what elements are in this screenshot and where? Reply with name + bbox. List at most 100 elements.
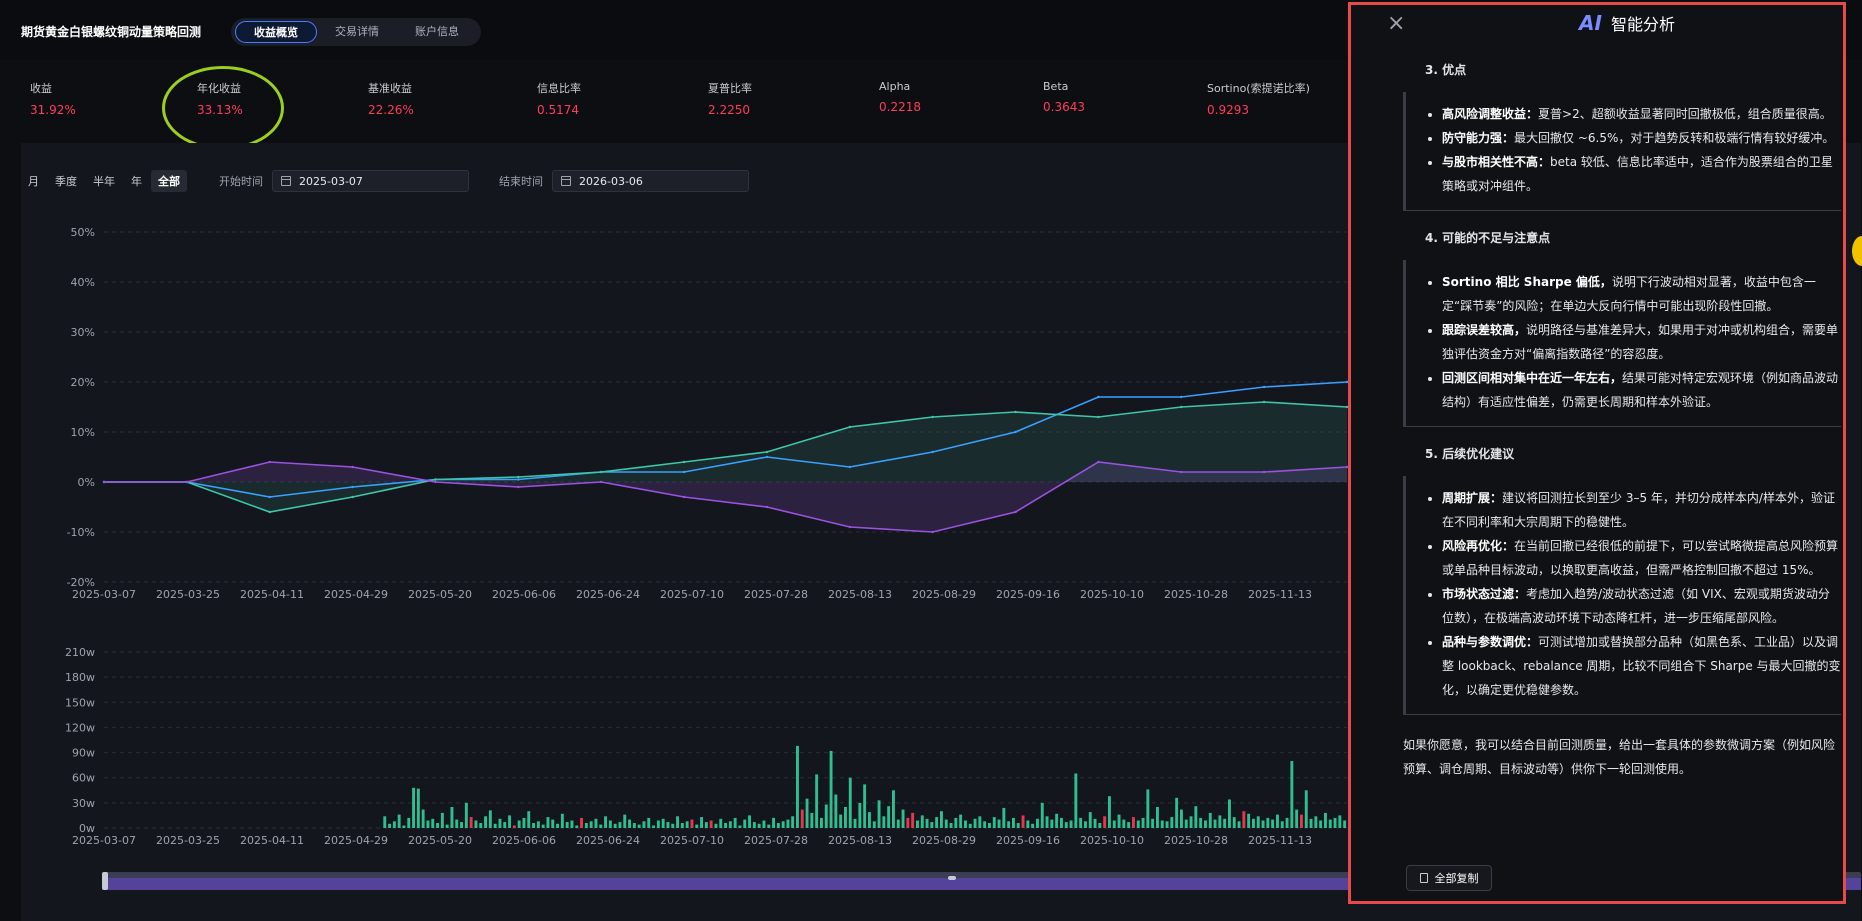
benchmark-line-point bbox=[600, 470, 603, 474]
volume-bar bbox=[786, 819, 790, 828]
volume-bar bbox=[896, 819, 900, 828]
volume-bar bbox=[1031, 823, 1035, 828]
volume-bar bbox=[608, 820, 612, 828]
list-item: 跟踪误差较高，说明路径与基准差异大，如果用于对冲或机构组合，需要单独评估资金方对… bbox=[1442, 318, 1841, 366]
volume-bar bbox=[757, 823, 761, 828]
volume-bar bbox=[1175, 797, 1179, 828]
volume-bar bbox=[1218, 815, 1222, 828]
benchmark-line-point bbox=[351, 495, 354, 499]
slider-handle-start[interactable] bbox=[102, 872, 108, 890]
excess-line-point bbox=[765, 505, 769, 509]
volume-bar bbox=[440, 812, 444, 828]
volume-bar bbox=[676, 816, 679, 828]
volume-bar bbox=[1285, 817, 1289, 828]
list-item: Sortino 相比 Sharpe 偏低，说明下行波动相对显著，收益中包含一定“… bbox=[1442, 270, 1841, 318]
volume-bar bbox=[1271, 819, 1275, 828]
slider-grip[interactable] bbox=[948, 876, 956, 880]
volume-bar bbox=[604, 816, 607, 828]
strategy-line-point bbox=[931, 450, 934, 454]
volume-bar bbox=[416, 788, 420, 828]
volume-bar bbox=[796, 745, 799, 828]
excess-line-point bbox=[434, 480, 437, 484]
y-tick-label: 20% bbox=[71, 376, 95, 389]
volume-bar bbox=[935, 817, 939, 828]
volume-bar bbox=[484, 816, 487, 828]
volume-bar bbox=[1300, 814, 1303, 828]
volume-bar bbox=[685, 821, 689, 828]
x-tick-label: 2025-07-28 bbox=[744, 588, 808, 601]
y-tick-label: 10% bbox=[71, 426, 95, 439]
volume-bar bbox=[517, 820, 521, 828]
x-tick-label: 2025-06-06 bbox=[492, 834, 556, 847]
volume-bar bbox=[661, 818, 665, 828]
volume-bar bbox=[772, 817, 775, 828]
volume-bar bbox=[407, 817, 411, 828]
volume-bar bbox=[911, 812, 915, 828]
volume-bar bbox=[397, 814, 401, 828]
volume-bar bbox=[1199, 817, 1203, 828]
ai-logo-icon: AI bbox=[1579, 11, 1602, 35]
volume-bar bbox=[1156, 807, 1159, 828]
excess-line-point bbox=[1180, 470, 1183, 474]
volume-bar bbox=[997, 819, 1001, 828]
volume-bar bbox=[1064, 822, 1068, 828]
volume-bar bbox=[556, 823, 559, 828]
volume-bar bbox=[829, 750, 833, 828]
volume-bar bbox=[1026, 820, 1030, 828]
volume-bar bbox=[1160, 820, 1164, 828]
x-tick-label: 2025-08-13 bbox=[828, 834, 892, 847]
volume-bar bbox=[1045, 816, 1049, 828]
volume-bar bbox=[805, 798, 809, 828]
volume-bar bbox=[1151, 818, 1155, 828]
volume-bar bbox=[594, 818, 598, 828]
volume-bar bbox=[632, 823, 636, 828]
strategy-line-point bbox=[765, 455, 769, 459]
ai-analysis-panel: × AI 智能分析 3. 优点 高风险调整收益：夏普>2、超额收益显著同时回撤极… bbox=[1348, 2, 1846, 904]
volume-bar bbox=[882, 816, 886, 828]
excess-line-point bbox=[517, 485, 520, 489]
benchmark-line-point bbox=[268, 510, 271, 514]
volume-bar bbox=[820, 817, 823, 828]
volume-bar bbox=[700, 817, 703, 828]
strategy-line-point bbox=[1180, 395, 1183, 399]
section-box: 高风险调整收益：夏普>2、超额收益显著同时回撤极低，组合质量很高。 防守能力强：… bbox=[1403, 92, 1841, 211]
volume-bar bbox=[1204, 820, 1207, 828]
volume-bar bbox=[1328, 819, 1332, 828]
volume-bar bbox=[1112, 820, 1116, 828]
volume-bar bbox=[1309, 818, 1313, 828]
volume-bar bbox=[503, 822, 507, 828]
volume-bar bbox=[824, 804, 828, 828]
volume-bar bbox=[498, 818, 502, 828]
volume-bar bbox=[892, 790, 895, 828]
list-item: 回测区间相对集中在近一年左右，结果可能对特定宏观环境（例如商品波动结构）有适应性… bbox=[1442, 366, 1841, 414]
list-item: 周期扩展：建议将回测拉长到至少 3–5 年，并切分成样本内/样本外，验证在不同利… bbox=[1442, 486, 1841, 534]
volume-bar bbox=[1132, 817, 1135, 828]
copy-all-button[interactable]: 全部复制 bbox=[1406, 865, 1492, 891]
volume-bar bbox=[810, 812, 814, 828]
volume-bar bbox=[925, 818, 929, 828]
volume-bar bbox=[1333, 817, 1337, 828]
volume-bar bbox=[1180, 809, 1183, 828]
volume-bar bbox=[1069, 820, 1073, 828]
volume-bar bbox=[474, 820, 478, 828]
volume-bar bbox=[1050, 819, 1054, 828]
volume-bar bbox=[522, 817, 526, 828]
volume-bar bbox=[791, 816, 795, 828]
list-item: 风险再优化：在当前回撤已经很低的前提下，可以尝试略微提高总风险预算或单品种目标波… bbox=[1442, 534, 1841, 582]
volume-bar bbox=[762, 820, 766, 828]
volume-bar bbox=[944, 819, 948, 828]
volume-bar bbox=[1304, 790, 1308, 828]
volume-bar bbox=[1012, 817, 1015, 828]
volume-bar bbox=[647, 817, 651, 828]
volume-bar bbox=[671, 823, 675, 828]
volume-bar bbox=[589, 821, 593, 828]
list-item: 与股市相关性不高：beta 较低、信息比率适中，适合作为股票组合的卫星策略或对冲… bbox=[1442, 150, 1841, 198]
x-tick-label: 2025-05-20 bbox=[408, 834, 472, 847]
benchmark-line-point bbox=[931, 415, 934, 419]
list-item: 市场状态过滤：考虑加入趋势/波动状态过滤（如 VIX、宏观或期货波动分位数），在… bbox=[1442, 582, 1841, 630]
x-tick-label: 2025-03-07 bbox=[72, 588, 136, 601]
volume-bar bbox=[1127, 822, 1131, 828]
close-icon[interactable]: × bbox=[1387, 11, 1405, 36]
volume-bar bbox=[1074, 773, 1078, 828]
x-tick-label: 2025-08-29 bbox=[912, 588, 976, 601]
